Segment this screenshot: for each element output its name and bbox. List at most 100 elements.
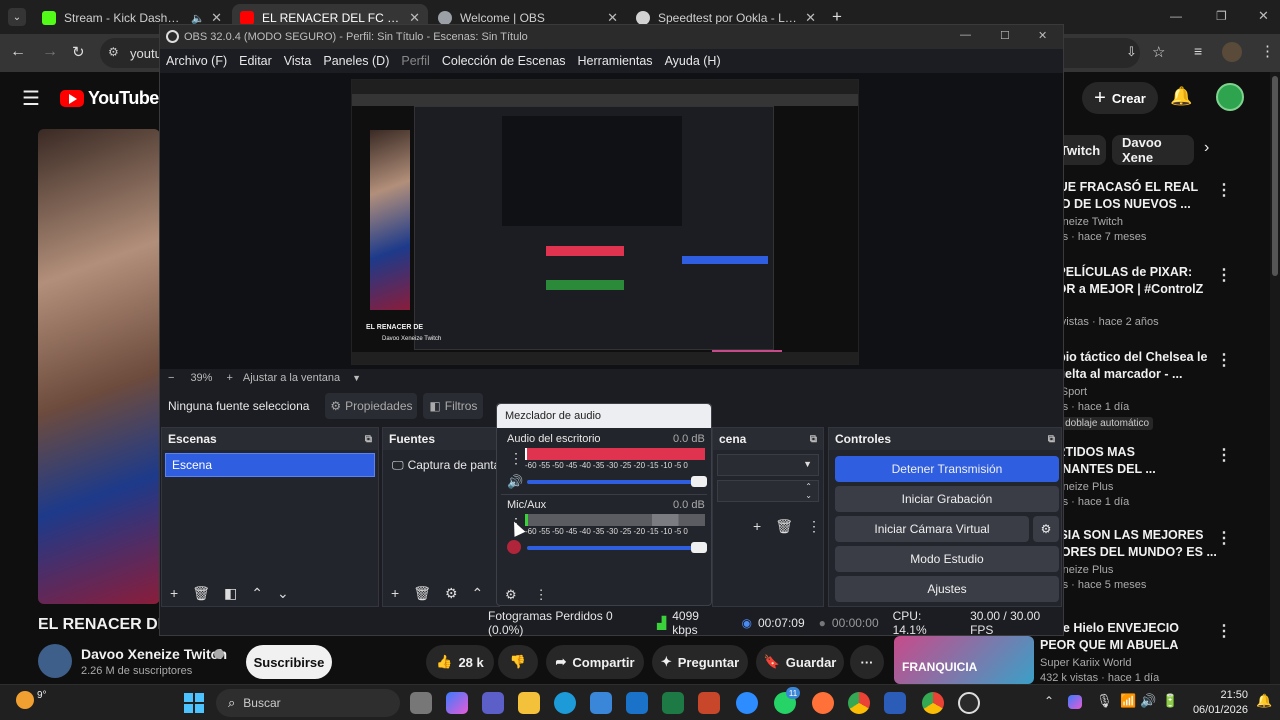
- menu-docks[interactable]: Paneles (D): [323, 54, 389, 68]
- hamburger-menu-icon[interactable]: ☰: [22, 86, 40, 111]
- outlook-icon[interactable]: [626, 692, 648, 714]
- back-arrow-icon[interactable]: ←: [10, 43, 26, 61]
- undock-icon[interactable]: ⧉: [365, 434, 372, 445]
- clock[interactable]: 21:50 06/01/2026: [1186, 688, 1248, 718]
- tab-list-dropdown-icon[interactable]: ⌄: [8, 8, 26, 26]
- excel-icon[interactable]: [662, 692, 684, 714]
- obs-close-icon[interactable]: ✕: [1038, 29, 1047, 42]
- word-icon[interactable]: [884, 692, 906, 714]
- menu-tools[interactable]: Herramientas: [578, 54, 653, 68]
- task-view-icon[interactable]: [410, 692, 432, 714]
- copilot-icon[interactable]: [446, 692, 468, 714]
- create-button[interactable]: + Crear: [1082, 82, 1158, 114]
- rec-menu-icon[interactable]: ⋮: [1216, 445, 1232, 465]
- stop-streaming-button[interactable]: Detener Transmisión: [835, 456, 1059, 482]
- install-app-icon[interactable]: ⇩: [1126, 44, 1137, 60]
- scene-filters-icon[interactable]: ◧: [224, 585, 237, 602]
- firefox-icon[interactable]: [812, 692, 834, 714]
- scrollbar-thumb[interactable]: [1272, 76, 1278, 276]
- channel-avatar[interactable]: [38, 644, 72, 678]
- slider-handle[interactable]: [691, 542, 707, 553]
- source-properties-icon[interactable]: ⚙: [445, 585, 458, 602]
- account-avatar[interactable]: [1216, 83, 1244, 111]
- zoom-out-icon[interactable]: −: [168, 372, 174, 384]
- zoom-icon[interactable]: [736, 692, 758, 714]
- transition-select[interactable]: ▼: [717, 454, 819, 476]
- powerpoint-icon[interactable]: [698, 692, 720, 714]
- obs-preview[interactable]: EL RENACER DE Davoo Xeneize Twitch: [160, 73, 1063, 369]
- notifications-icon[interactable]: 🔔: [1256, 693, 1272, 709]
- chips-next-icon[interactable]: ›: [1204, 139, 1209, 157]
- add-scene-icon[interactable]: +: [170, 585, 178, 601]
- desktop-audio-menu-icon[interactable]: ⋮: [509, 450, 523, 467]
- tray-app-icon[interactable]: [1068, 695, 1082, 709]
- recommendation-item[interactable]: 27 PELÍCULAS de PIXAR: PEOR a MEJOR | #C…: [1040, 264, 1230, 328]
- volume-icon[interactable]: 🔊: [1140, 693, 1156, 709]
- scene-item[interactable]: Escena: [165, 453, 375, 477]
- rec-menu-icon[interactable]: ⋮: [1216, 180, 1232, 200]
- battery-icon[interactable]: 🔋: [1162, 693, 1178, 709]
- menu-view[interactable]: Vista: [284, 54, 312, 68]
- settings-button[interactable]: Ajustes: [835, 576, 1059, 602]
- more-actions-button[interactable]: ···: [850, 645, 884, 679]
- audio-mixer-header[interactable]: Mezclador de audio: [497, 404, 711, 428]
- reading-list-icon[interactable]: ≡: [1194, 43, 1202, 59]
- start-recording-button[interactable]: Iniciar Grabación: [835, 486, 1059, 512]
- obs-maximize-icon[interactable]: ☐: [1000, 29, 1010, 42]
- recommendation-item[interactable]: MASIA SON LAS MEJORES ERIORES DEL MUNDO?…: [1040, 527, 1230, 591]
- recommendation-item[interactable]: ambio táctico del Chelsea le a vuelta al…: [1040, 349, 1230, 431]
- start-button[interactable]: [184, 693, 204, 713]
- chrome-profile-icon[interactable]: [922, 692, 944, 714]
- teams-icon[interactable]: [482, 692, 504, 714]
- transition-menu-icon[interactable]: ⋮: [807, 518, 821, 535]
- reload-icon[interactable]: ↻: [72, 43, 85, 61]
- zoom-dropdown-icon[interactable]: ▼: [352, 373, 361, 383]
- close-window-icon[interactable]: ✕: [1258, 8, 1269, 24]
- taskbar-search[interactable]: ⌕ Buscar: [216, 689, 400, 717]
- recommendation-item[interactable]: PARTIDOS MAS CIONANTES DEL ... o Xeneize…: [1040, 444, 1230, 508]
- chip-davoo-xeneize[interactable]: Davoo Xene: [1112, 135, 1194, 165]
- share-button[interactable]: ➦ Compartir: [546, 645, 644, 679]
- dislike-button[interactable]: 👎: [498, 645, 538, 679]
- rec-thumbnail[interactable]: FRANQUICIA: [894, 636, 1034, 684]
- menu-edit[interactable]: Editar: [239, 54, 272, 68]
- weather-widget[interactable]: 9°: [16, 690, 47, 709]
- desktop-audio-volume-slider[interactable]: [527, 476, 707, 487]
- notifications-bell-icon[interactable]: 🔔: [1170, 86, 1192, 107]
- filters-button[interactable]: ◧ Filtros: [423, 393, 484, 419]
- channel-name[interactable]: Davoo Xeneize Twitch: [81, 646, 227, 662]
- chrome-icon[interactable]: [848, 692, 870, 714]
- rec-menu-icon[interactable]: ⋮: [1216, 621, 1232, 641]
- page-scrollbar[interactable]: [1270, 72, 1280, 684]
- mic-aux-muted-icon[interactable]: [507, 540, 521, 554]
- browser-menu-icon[interactable]: ⋮: [1260, 42, 1275, 60]
- file-explorer-icon[interactable]: [518, 692, 540, 714]
- fit-to-window[interactable]: Ajustar a la ventana: [243, 372, 340, 384]
- audio-playing-icon[interactable]: 🔈: [191, 12, 205, 25]
- mic-aux-volume-slider[interactable]: [527, 542, 707, 553]
- move-down-icon[interactable]: ⌄: [277, 585, 289, 602]
- menu-scene-collection[interactable]: Colección de Escenas: [442, 54, 566, 68]
- site-info-icon[interactable]: ⚙: [108, 45, 119, 59]
- restore-window-icon[interactable]: ❐: [1216, 9, 1227, 23]
- wifi-icon[interactable]: 📶: [1120, 693, 1136, 709]
- edge-icon[interactable]: [554, 692, 576, 714]
- start-virtual-camera-button[interactable]: Iniciar Cámara Virtual: [835, 516, 1029, 542]
- like-button[interactable]: 👍 28 k: [426, 645, 494, 679]
- desktop-audio-speaker-icon[interactable]: 🔊: [507, 474, 523, 490]
- zoom-in-icon[interactable]: +: [226, 372, 232, 384]
- microphone-icon[interactable]: 🎙: [1096, 693, 1113, 709]
- rec-menu-icon[interactable]: ⋮: [1216, 265, 1232, 285]
- source-up-icon[interactable]: ⌃: [472, 585, 484, 602]
- undock-icon[interactable]: ⧉: [1048, 434, 1055, 445]
- obs-minimize-icon[interactable]: —: [960, 29, 971, 41]
- obs-taskbar-icon[interactable]: [958, 692, 980, 714]
- save-button[interactable]: 🔖 Guardar: [756, 645, 844, 679]
- video-player[interactable]: [38, 129, 160, 604]
- remove-transition-icon[interactable]: 🗑: [775, 518, 793, 535]
- rec-menu-icon[interactable]: ⋮: [1216, 350, 1232, 370]
- ask-button[interactable]: ✦ Preguntar: [652, 645, 748, 679]
- add-source-icon[interactable]: +: [391, 585, 399, 601]
- menu-help[interactable]: Ayuda (H): [665, 54, 721, 68]
- subscribe-button[interactable]: Suscribirse: [246, 645, 332, 679]
